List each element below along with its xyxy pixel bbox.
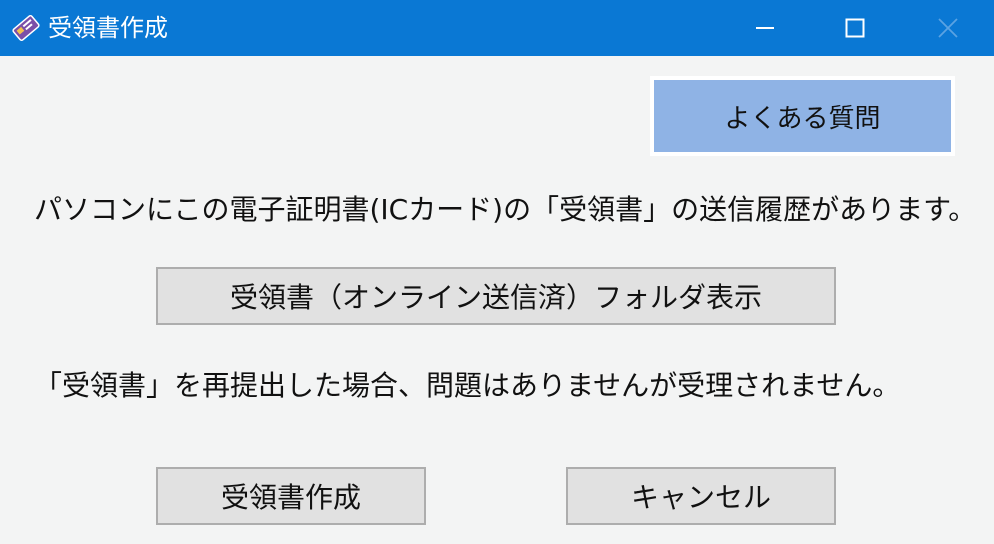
maximize-icon [845,18,865,38]
minimize-icon [756,27,774,29]
title-bar[interactable]: 受領書作成 [0,0,994,56]
minimize-button[interactable] [720,0,810,56]
window-title: 受領書作成 [48,14,168,42]
close-icon [938,18,958,38]
history-message: パソコンにこの電子証明書(ICカード)の「受領書」の送信履歴があります。 [34,193,977,226]
resubmit-warning-message: 「受領書」を再提出した場合、問題はありませんが受理されません。 [34,369,901,402]
certificate-card-icon [10,12,42,44]
cancel-button[interactable]: キャンセル [566,467,836,525]
close-button[interactable] [902,0,994,56]
maximize-button[interactable] [810,0,900,56]
create-receipt-button[interactable]: 受領書作成 [156,467,426,525]
faq-button[interactable]: よくある質問 [650,76,955,156]
show-receipt-folder-button[interactable]: 受領書（オンライン送信済）フォルダ表示 [156,267,836,325]
